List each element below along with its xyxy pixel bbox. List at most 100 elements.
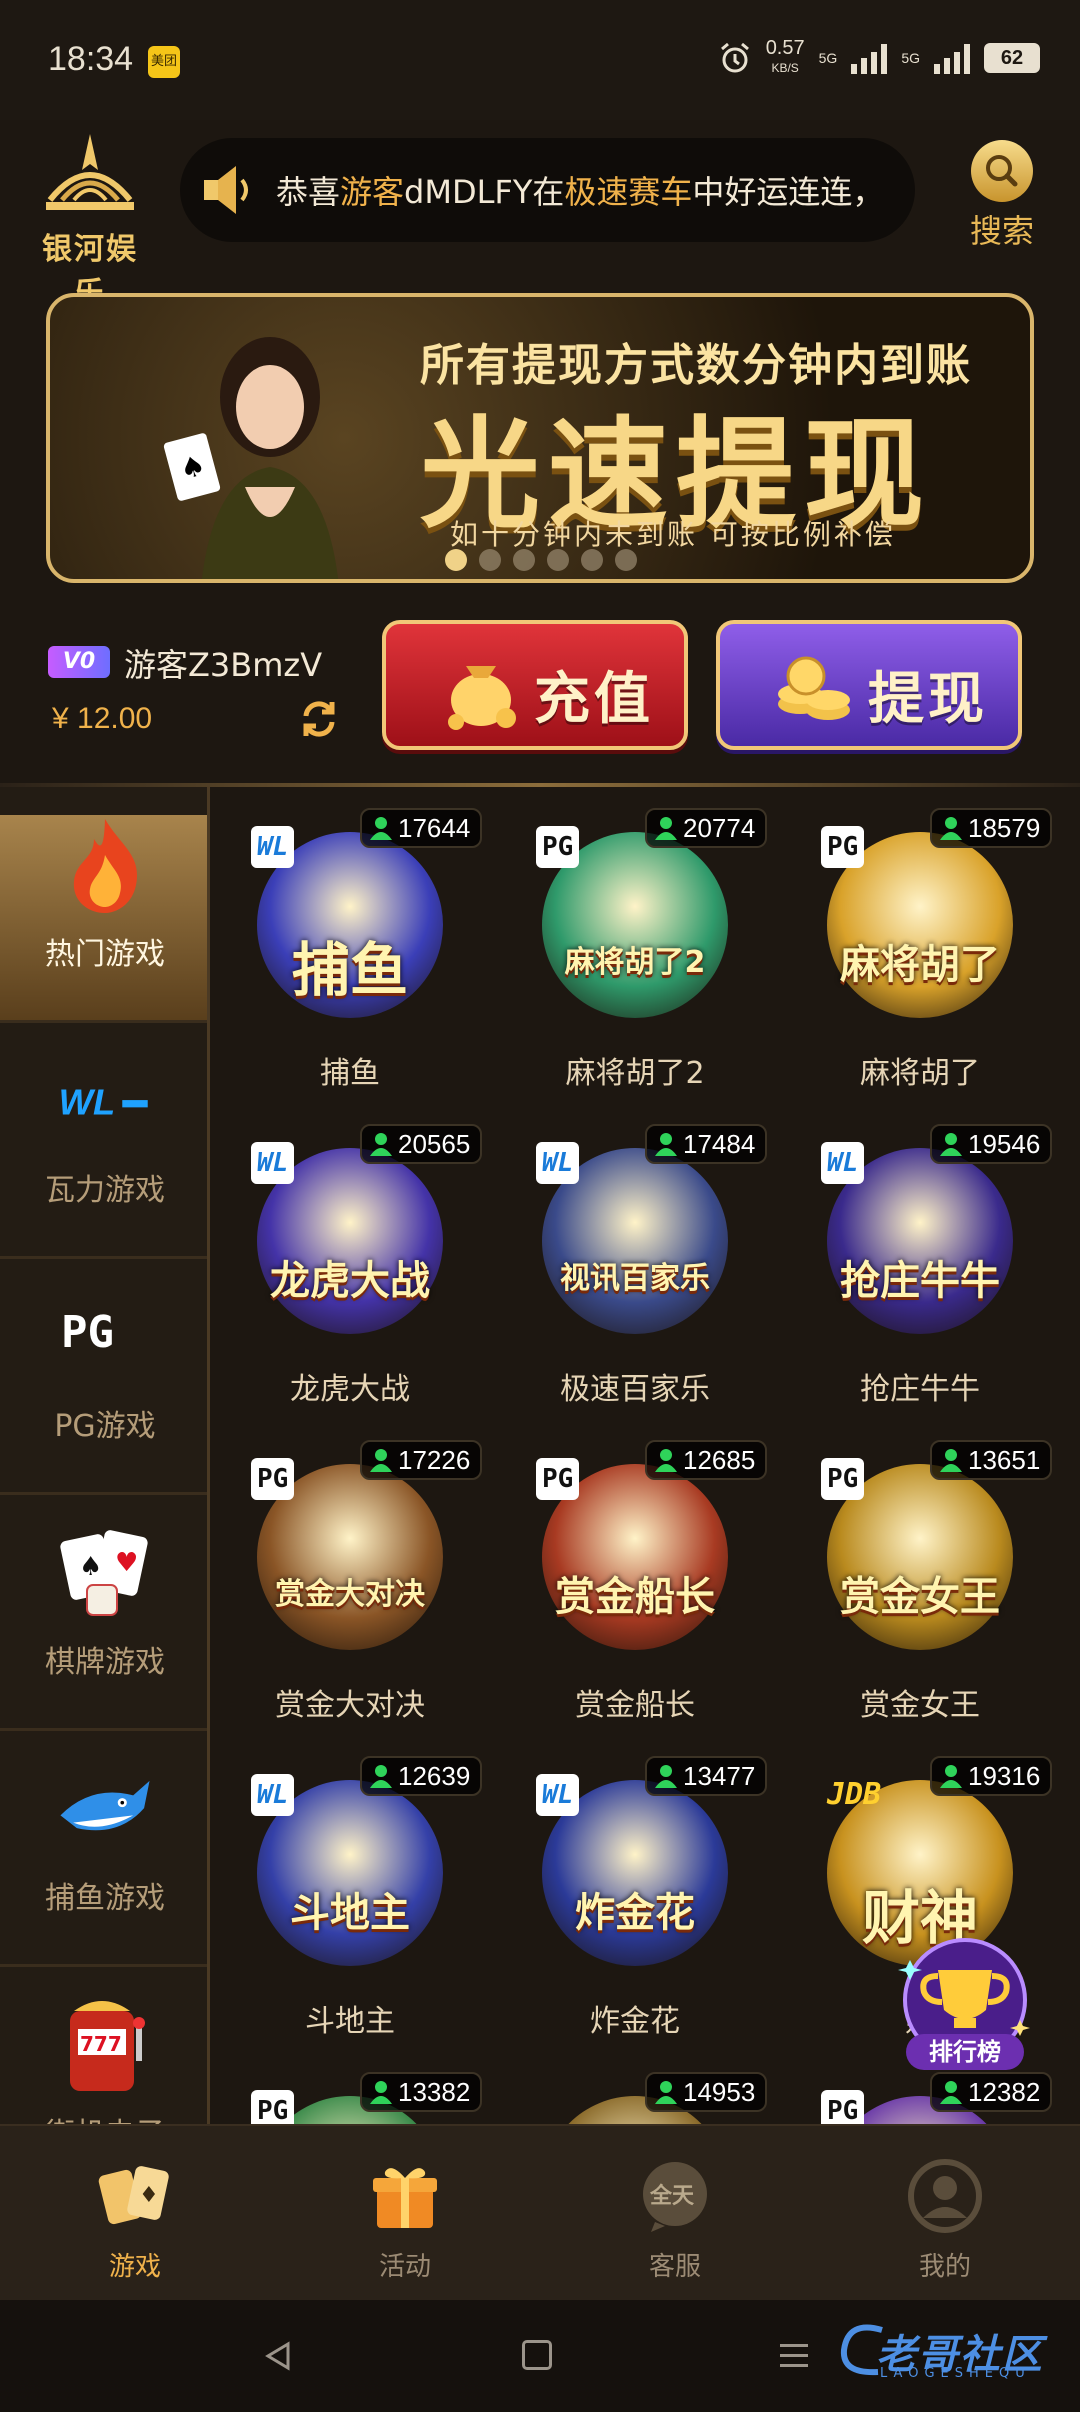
sidebar-item-label: 瓦力游戏 xyxy=(45,1173,165,1208)
person-icon xyxy=(370,817,392,840)
provider-badge: WL xyxy=(251,826,295,868)
banner-dot[interactable] xyxy=(581,549,603,571)
game-art-title: 炸金花 xyxy=(575,1890,695,1936)
back-icon[interactable] xyxy=(262,2340,294,2372)
tab-label: 活动 xyxy=(378,2252,431,2282)
game-art-title: 斗地主 xyxy=(290,1890,410,1936)
banner-dot[interactable] xyxy=(479,549,501,571)
game-card[interactable]: PG 13382 xyxy=(215,2054,485,2124)
person-icon xyxy=(940,2081,962,2104)
game-art-title: 视讯百家乐 xyxy=(560,1261,710,1296)
person-icon xyxy=(370,1133,392,1156)
tab-profile[interactable]: 我的 xyxy=(810,2126,1080,2300)
withdraw-label: 提现 xyxy=(868,667,988,732)
online-count-badge: 20565 xyxy=(360,1124,483,1164)
online-count: 13477 xyxy=(683,1760,756,1791)
banner-pagination[interactable] xyxy=(445,549,637,571)
person-icon xyxy=(940,1765,962,1788)
vip-badge: V0 xyxy=(48,646,110,678)
status-icons: 0.57 KB/S 5G 5G 62 xyxy=(718,38,1040,78)
game-name: 捕鱼 xyxy=(320,1056,380,1091)
sidebar-item-hot[interactable]: 热门游戏 xyxy=(0,815,207,1023)
game-card[interactable]: 14953 xyxy=(500,2054,770,2124)
provider-badge: WL xyxy=(536,1774,580,1816)
tab-activity[interactable]: 活动 xyxy=(270,2126,540,2300)
banner-dot[interactable] xyxy=(615,549,637,571)
person-icon xyxy=(655,2081,677,2104)
sidebar-item-fishing[interactable]: 捕鱼游戏 xyxy=(0,1759,207,1967)
sidebar-item-cards[interactable]: ♠ ♥ 棋牌游戏 xyxy=(0,1523,207,1731)
banner-dot[interactable] xyxy=(547,549,569,571)
menu-icon[interactable] xyxy=(778,2342,810,2370)
announcement-marquee[interactable]: 恭喜游客dMDLFY在极速赛车中好运连连， xyxy=(180,138,915,242)
status-bar: 18:34 美团 0.57 KB/S 5G 5G 62 xyxy=(0,0,1080,120)
game-art-title: 抢庄牛牛 xyxy=(840,1258,1000,1304)
provider-badge: PG xyxy=(821,826,865,868)
online-count: 13382 xyxy=(398,2076,471,2107)
online-count: 12685 xyxy=(683,1444,756,1475)
home-icon[interactable] xyxy=(522,2340,552,2370)
leaderboard-button[interactable]: 排行榜 xyxy=(890,1930,1040,2080)
promo-banner[interactable]: ♠ 所有提现方式数分钟内到账 光速提现 如十分钟内未到账 可按比例补偿 xyxy=(46,293,1034,583)
game-card[interactable]: 赏金女王 PG 13651 赏金女王 xyxy=(785,1422,1055,1737)
deposit-label: 充值 xyxy=(534,667,654,732)
game-name: 炸金花 xyxy=(590,2004,680,2039)
account-panel: V0 游客Z3BmzV ¥ 12.00 充值 提现 xyxy=(0,610,1080,760)
online-count-badge: 19316 xyxy=(930,1756,1053,1796)
withdraw-button[interactable]: 提现 xyxy=(716,620,1022,750)
app-logo[interactable]: 银河娱乐 xyxy=(30,130,150,311)
online-count-badge: 14953 xyxy=(645,2072,768,2112)
banner-dot[interactable] xyxy=(513,549,535,571)
online-count-badge: 13382 xyxy=(360,2072,483,2112)
game-card[interactable]: 麻将胡了 PG 18579 麻将胡了 xyxy=(785,790,1055,1105)
app-header: 银河娱乐 恭喜游客dMDLFY在极速赛车中好运连连， 搜索 xyxy=(0,120,1080,311)
online-count: 13651 xyxy=(968,1444,1041,1475)
bottom-tab-bar: ♦ 游戏 活动 全天 客服 我的 xyxy=(0,2124,1080,2300)
search-icon xyxy=(971,140,1033,202)
notification-app-icon: 美团 xyxy=(148,46,180,78)
game-card[interactable]: 赏金船长 PG 12685 赏金船长 xyxy=(500,1422,770,1737)
signal-label-1: 5G xyxy=(818,50,838,66)
person-icon xyxy=(370,1765,392,1788)
game-card[interactable]: 捕鱼 WL 17644 捕鱼 xyxy=(215,790,485,1105)
online-count-badge: 12639 xyxy=(360,1756,483,1796)
tab-games[interactable]: ♦ 游戏 xyxy=(0,2126,270,2300)
game-card[interactable]: 炸金花 WL 13477 炸金花 xyxy=(500,1738,770,2053)
battery-icon: 62 xyxy=(984,43,1040,73)
sidebar-item-wl[interactable]: WL 瓦力游戏 xyxy=(0,1051,207,1259)
game-card[interactable]: 视讯百家乐 WL 17484 极速百家乐 xyxy=(500,1106,770,1421)
sidebar-item-arcade[interactable]: 777 街机电子 xyxy=(0,1995,207,2124)
net-speed: 0.57 KB/S xyxy=(765,37,805,75)
tab-support[interactable]: 全天 客服 xyxy=(540,2126,810,2300)
game-card[interactable]: 龙虎大战 WL 20565 龙虎大战 xyxy=(215,1106,485,1421)
online-count: 17644 xyxy=(398,812,471,843)
online-count-badge: 18579 xyxy=(930,808,1053,848)
sidebar-item-pg[interactable]: PG PG游戏 xyxy=(0,1287,207,1495)
game-card[interactable]: 斗地主 WL 12639 斗地主 xyxy=(215,1738,485,2053)
online-count-badge: 13477 xyxy=(645,1756,768,1796)
pg-logo-icon: PG xyxy=(55,1287,155,1387)
deposit-button[interactable]: 充值 xyxy=(382,620,688,750)
cards-icon: ♠ ♥ xyxy=(55,1523,155,1623)
game-card[interactable]: 麻将胡了2 PG 20774 麻将胡了2 xyxy=(500,790,770,1105)
support-icon: 全天 xyxy=(635,2156,715,2236)
sidebar-item-label: 街机电子 xyxy=(0,2109,207,2124)
logo-emblem-icon xyxy=(46,134,134,210)
person-icon xyxy=(655,817,677,840)
gift-icon xyxy=(365,2156,445,2236)
game-art-title: 赏金大对决 xyxy=(275,1577,425,1612)
search-button[interactable]: 搜索 xyxy=(952,140,1052,252)
provider-badge: JDB xyxy=(827,1777,882,1812)
watermark-subtext: LAOGESHEQU xyxy=(880,2366,1031,2381)
refresh-icon[interactable] xyxy=(298,698,340,740)
game-grid: 捕鱼 WL 17644 捕鱼 麻将胡了2 PG 20774 麻将胡了2 麻将胡了 PG 18579 麻… xyxy=(215,790,1080,2124)
slot-machine-icon: 777 xyxy=(55,1995,155,2095)
game-card[interactable]: 抢庄牛牛 WL 19546 抢庄牛牛 xyxy=(785,1106,1055,1421)
watermark-logo: 老哥社区 LAOGESHEQU xyxy=(838,2316,1068,2386)
provider-badge: PG xyxy=(536,1458,580,1500)
svg-text:♠: ♠ xyxy=(79,1552,102,1582)
game-card[interactable]: 赏金大对决 PG 17226 赏金大对决 xyxy=(215,1422,485,1737)
banner-dot[interactable] xyxy=(445,549,467,571)
online-count-badge: 17484 xyxy=(645,1124,768,1164)
online-count: 17484 xyxy=(683,1128,756,1159)
